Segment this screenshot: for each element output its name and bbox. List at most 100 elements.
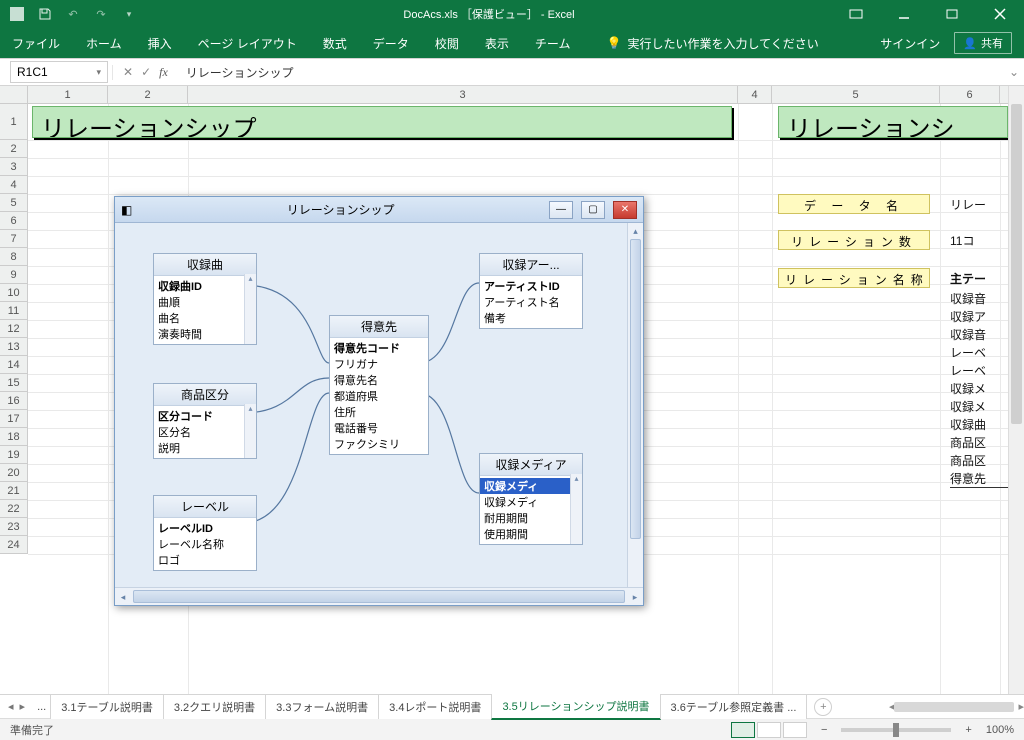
- row-header[interactable]: 21: [0, 482, 28, 500]
- save-icon[interactable]: [36, 5, 54, 23]
- horizontal-scrollbar[interactable]: [894, 702, 1014, 712]
- column-header[interactable]: 2: [108, 86, 188, 103]
- row-header[interactable]: 17: [0, 410, 28, 428]
- sheet-tab[interactable]: 3.6テーブル参照定義書 ...: [660, 694, 808, 719]
- table-field[interactable]: 区分コード: [154, 408, 256, 424]
- row-header[interactable]: 2: [0, 140, 28, 158]
- fx-icon[interactable]: fx: [159, 65, 168, 80]
- table-box[interactable]: 収録曲 収録曲ID 曲順 曲名 演奏時間 ▴: [153, 253, 257, 345]
- row-header[interactable]: 20: [0, 464, 28, 482]
- table-field[interactable]: レーベルID: [154, 520, 256, 536]
- row-header[interactable]: 5: [0, 194, 28, 212]
- row-header[interactable]: 4: [0, 176, 28, 194]
- table-field[interactable]: 説明: [154, 440, 256, 456]
- table-field[interactable]: 収録曲ID: [154, 278, 256, 294]
- ribbon-tab[interactable]: 表示: [485, 35, 509, 52]
- spreadsheet-grid[interactable]: 1 2 3 4 5 6 1234567891011121314151617181…: [0, 86, 1024, 694]
- row-header[interactable]: 22: [0, 500, 28, 518]
- sheet-tab[interactable]: 3.3フォーム説明書: [265, 694, 379, 719]
- row-header[interactable]: 10: [0, 284, 28, 302]
- tab-nav-next-icon[interactable]: ▸: [20, 700, 26, 713]
- table-field[interactable]: レーベル名称: [154, 536, 256, 552]
- ribbon-tab[interactable]: ファイル: [12, 35, 60, 52]
- table-field[interactable]: アーティストID: [480, 278, 582, 294]
- row-header[interactable]: 12: [0, 320, 28, 338]
- relationship-canvas[interactable]: 収録曲 収録曲ID 曲順 曲名 演奏時間 ▴ 商品区分 区分コード 区分名 説明…: [115, 223, 643, 587]
- column-header[interactable]: 1: [28, 86, 108, 103]
- table-field[interactable]: 区分名: [154, 424, 256, 440]
- add-sheet-button[interactable]: +: [814, 698, 832, 716]
- ribbon-display-icon[interactable]: [832, 0, 880, 28]
- table-field[interactable]: 電話番号: [330, 420, 428, 436]
- formula-input[interactable]: リレーションシップ: [178, 64, 1004, 81]
- undo-icon[interactable]: ↶: [64, 5, 82, 23]
- table-field[interactable]: 演奏時間: [154, 326, 256, 342]
- row-header[interactable]: 14: [0, 356, 28, 374]
- row-header[interactable]: 24: [0, 536, 28, 554]
- row-header[interactable]: 23: [0, 518, 28, 536]
- row-header[interactable]: 1: [0, 104, 28, 140]
- table-box[interactable]: 得意先 得意先コード フリガナ 得意先名 都道府県 住所 電話番号 ファクシミリ: [329, 315, 429, 455]
- table-field[interactable]: フリガナ: [330, 356, 428, 372]
- table-field[interactable]: 使用期間: [480, 526, 582, 542]
- ribbon-tab[interactable]: データ: [373, 35, 409, 52]
- column-header[interactable]: 3: [188, 86, 738, 103]
- ribbon-tab[interactable]: 校閲: [435, 35, 459, 52]
- table-box[interactable]: 収録アー... アーティストID アーティスト名 備考: [479, 253, 583, 329]
- row-header[interactable]: 3: [0, 158, 28, 176]
- row-header[interactable]: 18: [0, 428, 28, 446]
- tab-overflow-icon[interactable]: ...: [33, 701, 50, 713]
- signin-link[interactable]: サインイン: [880, 35, 940, 52]
- relationship-window[interactable]: ◧ リレーションシップ — ▢ ✕ 収録曲 収録曲ID 曲順 曲名 演奏時間: [114, 196, 644, 606]
- column-header[interactable]: 6: [940, 86, 1000, 103]
- ribbon-tab[interactable]: 挿入: [148, 35, 172, 52]
- table-box[interactable]: 商品区分 区分コード 区分名 説明 ▴: [153, 383, 257, 459]
- column-header[interactable]: 5: [772, 86, 940, 103]
- dialog-vscrollbar[interactable]: ▴: [627, 223, 643, 587]
- page-layout-view-button[interactable]: [757, 722, 781, 738]
- zoom-out-button[interactable]: −: [821, 724, 827, 736]
- name-box[interactable]: R1C1▾: [10, 61, 108, 83]
- dialog-maximize-button[interactable]: ▢: [581, 201, 605, 219]
- share-button[interactable]: 👤共有: [954, 32, 1012, 54]
- qat-customize-icon[interactable]: ▾: [120, 5, 138, 23]
- formula-expand-icon[interactable]: ⌄: [1004, 65, 1024, 79]
- row-header[interactable]: 15: [0, 374, 28, 392]
- table-box[interactable]: 収録メディア 収録メディ 収録メディ 耐用期間 使用期間 ▴: [479, 453, 583, 545]
- select-all-corner[interactable]: [0, 86, 28, 103]
- row-header[interactable]: 9: [0, 266, 28, 284]
- table-field[interactable]: 都道府県: [330, 388, 428, 404]
- tell-me-text[interactable]: 実行したい作業を入力してください: [627, 35, 818, 52]
- row-header[interactable]: 7: [0, 230, 28, 248]
- ribbon-tab[interactable]: ホーム: [86, 35, 122, 52]
- row-header[interactable]: 8: [0, 248, 28, 266]
- table-box[interactable]: レーベル レーベルID レーベル名称 ロゴ: [153, 495, 257, 571]
- table-field[interactable]: 収録メディ: [480, 478, 582, 494]
- dialog-hscrollbar[interactable]: ◂▸: [115, 587, 643, 605]
- row-header[interactable]: 13: [0, 338, 28, 356]
- page-break-view-button[interactable]: [783, 722, 807, 738]
- row-header[interactable]: 11: [0, 302, 28, 320]
- zoom-level[interactable]: 100%: [986, 724, 1014, 736]
- table-field[interactable]: 備考: [480, 310, 582, 326]
- maximize-button[interactable]: [928, 0, 976, 28]
- column-header[interactable]: 4: [738, 86, 772, 103]
- close-button[interactable]: [976, 0, 1024, 28]
- normal-view-button[interactable]: [731, 722, 755, 738]
- table-field[interactable]: 収録メディ: [480, 494, 582, 510]
- ribbon-tab[interactable]: ページ レイアウト: [198, 35, 297, 52]
- row-header[interactable]: 16: [0, 392, 28, 410]
- table-field[interactable]: 曲名: [154, 310, 256, 326]
- table-field[interactable]: 住所: [330, 404, 428, 420]
- ribbon-tab[interactable]: 数式: [323, 35, 347, 52]
- cancel-icon[interactable]: ✕: [123, 65, 133, 79]
- hscroll-right-icon[interactable]: ▸: [1018, 700, 1024, 713]
- table-field[interactable]: 得意先コード: [330, 340, 428, 356]
- table-field[interactable]: 耐用期間: [480, 510, 582, 526]
- minimize-button[interactable]: [880, 0, 928, 28]
- table-field[interactable]: ロゴ: [154, 552, 256, 568]
- enter-icon[interactable]: ✓: [141, 65, 151, 79]
- dialog-close-button[interactable]: ✕: [613, 201, 637, 219]
- table-field[interactable]: アーティスト名: [480, 294, 582, 310]
- row-header[interactable]: 6: [0, 212, 28, 230]
